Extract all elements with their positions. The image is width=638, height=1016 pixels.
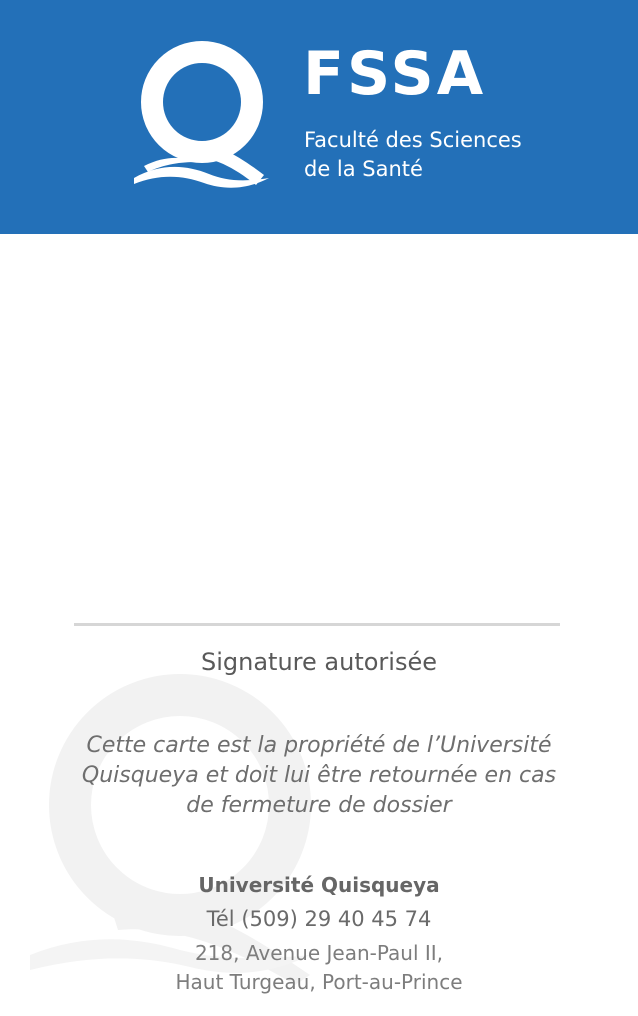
university-name: Université Quisqueya (198, 873, 440, 897)
notice-line: Quisqueya et doit lui être retournée en … (81, 763, 557, 788)
notice-line: Cette carte est la propriété de l’Univer… (86, 733, 552, 758)
ownership-notice: Cette carte est la propriété de l’Univer… (30, 731, 608, 821)
signature-label: Signature autorisée (201, 648, 437, 676)
address-line1: 218, Avenue Jean-Paul II, (194, 941, 444, 965)
signature-line (74, 623, 560, 626)
faculty-name-line1: Faculté des Sciences (304, 128, 522, 152)
phone-number: Tél (509) 29 40 45 74 (206, 907, 432, 931)
header-banner: FSSA Faculté des Sciences de la Santé (0, 0, 638, 234)
address-line2: Haut Turgeau, Port-au-Prince (175, 970, 463, 994)
id-card-back: FSSA Faculté des Sciences de la Santé Si… (0, 0, 638, 1016)
faculty-name-line2: de la Santé (304, 157, 423, 181)
brand-title: FSSA (303, 39, 487, 109)
q-wave-logo-icon (134, 41, 269, 188)
notice-line: de fermeture de dossier (186, 793, 452, 818)
